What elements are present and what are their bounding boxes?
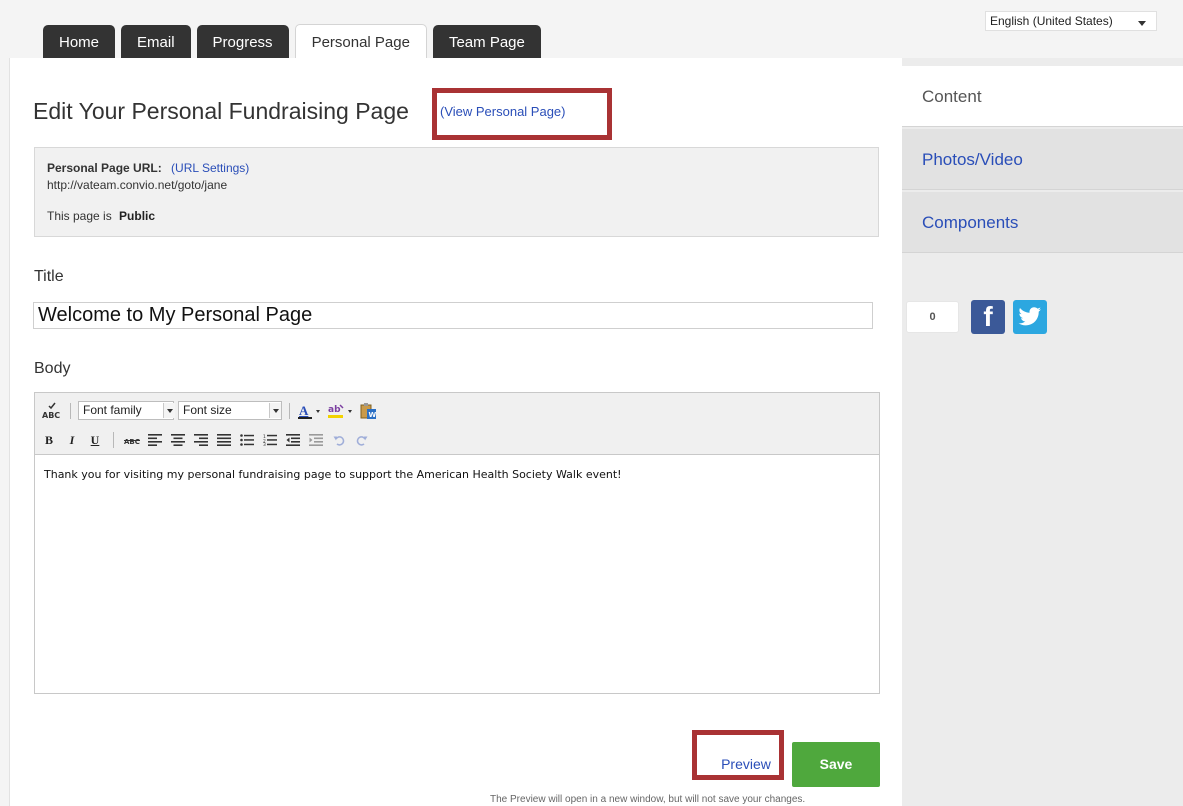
social-share-bar: 0 f	[906, 300, 1047, 334]
page-url: http://vateam.convio.net/goto/jane	[47, 178, 228, 192]
title-input[interactable]	[33, 302, 873, 329]
tab-team-page[interactable]: Team Page	[432, 25, 541, 59]
spellcheck-icon[interactable]: ABC	[41, 402, 63, 420]
font-size-value: Font size	[183, 403, 232, 417]
tab-email[interactable]: Email	[121, 25, 191, 59]
chevron-down-icon	[163, 403, 175, 418]
align-left-icon[interactable]	[147, 431, 163, 449]
share-count: 0	[906, 301, 959, 333]
url-label: Personal Page URL:	[47, 161, 162, 175]
svg-text:W: W	[369, 411, 377, 419]
url-settings-link[interactable]: (URL Settings)	[171, 161, 249, 175]
twitter-icon[interactable]	[1013, 300, 1047, 334]
title-label: Title	[34, 268, 64, 285]
italic-icon[interactable]: I	[64, 431, 80, 449]
chevron-down-icon	[1138, 21, 1146, 26]
tab-progress[interactable]: Progress	[196, 25, 289, 59]
toolbar-row-2: B I U ABC 123	[41, 431, 370, 449]
svg-text:A: A	[299, 403, 309, 418]
sidebar-item-components[interactable]: Components	[902, 192, 1183, 253]
align-justify-icon[interactable]	[216, 431, 232, 449]
redo-icon	[354, 431, 370, 449]
bullet-list-icon[interactable]	[239, 431, 255, 449]
numbered-list-icon[interactable]: 123	[262, 431, 278, 449]
page-title: Edit Your Personal Fundraising Page	[33, 98, 409, 124]
preview-note: The Preview will open in a new window, b…	[490, 794, 806, 805]
toolbar-divider	[113, 432, 114, 448]
url-row: Personal Page URL: (URL Settings)	[47, 161, 249, 175]
tab-home[interactable]: Home	[43, 25, 116, 59]
facebook-icon[interactable]: f	[971, 300, 1005, 334]
font-family-value: Font family	[83, 403, 142, 417]
align-right-icon[interactable]	[193, 431, 209, 449]
view-personal-page-link[interactable]: (View Personal Page)	[440, 104, 566, 119]
visibility-value: Public	[119, 209, 156, 223]
body-label: Body	[34, 360, 71, 377]
svg-text:ab: ab	[328, 405, 341, 415]
align-center-icon[interactable]	[170, 431, 186, 449]
save-button[interactable]: Save	[792, 742, 880, 787]
sidebar: Content Photos/Video Components	[902, 58, 1183, 806]
tab-personal-page[interactable]: Personal Page	[294, 24, 427, 59]
sidebar-item-photos-video[interactable]: Photos/Video	[902, 129, 1183, 190]
toolbar-divider	[70, 402, 71, 419]
svg-text:ABC: ABC	[124, 438, 140, 446]
editor-toolbar: ABC Font family Font size A ab W B I U A…	[35, 393, 879, 455]
font-size-select[interactable]: Font size	[178, 401, 282, 420]
svg-text:3: 3	[263, 442, 266, 446]
chevron-down-icon	[269, 403, 281, 418]
undo-icon	[331, 431, 347, 449]
toolbar-divider	[289, 402, 290, 419]
editor-body-text[interactable]: Thank you for visiting my personal fundr…	[44, 468, 622, 481]
underline-icon[interactable]: U	[87, 431, 103, 449]
text-color-icon[interactable]: A	[297, 402, 323, 420]
visibility-row: This page is Public	[47, 209, 155, 223]
preview-button[interactable]: Preview	[712, 748, 780, 780]
highlight-color-icon[interactable]: ab	[327, 402, 355, 420]
visibility-prefix: This page is	[47, 209, 112, 223]
tab-bar: Home Email Progress Personal Page Team P…	[43, 24, 541, 59]
strikethrough-icon[interactable]: ABC	[124, 431, 140, 449]
font-family-select[interactable]: Font family	[78, 401, 175, 420]
personal-page-url-panel: Personal Page URL: (URL Settings) http:/…	[34, 147, 879, 237]
outdent-icon[interactable]	[285, 431, 301, 449]
language-select-value: English (United States)	[990, 14, 1113, 28]
toolbar-row-1: ABC Font family Font size A ab W	[41, 401, 377, 420]
sidebar-item-content[interactable]: Content	[902, 66, 1183, 127]
bold-icon[interactable]: B	[41, 431, 57, 449]
left-edge	[0, 58, 10, 806]
rich-text-editor: ABC Font family Font size A ab W B I U A…	[34, 392, 880, 694]
svg-text:ABC: ABC	[42, 411, 60, 420]
indent-icon	[308, 431, 324, 449]
paste-word-icon[interactable]: W	[359, 402, 377, 420]
language-select[interactable]: English (United States)	[985, 11, 1157, 31]
